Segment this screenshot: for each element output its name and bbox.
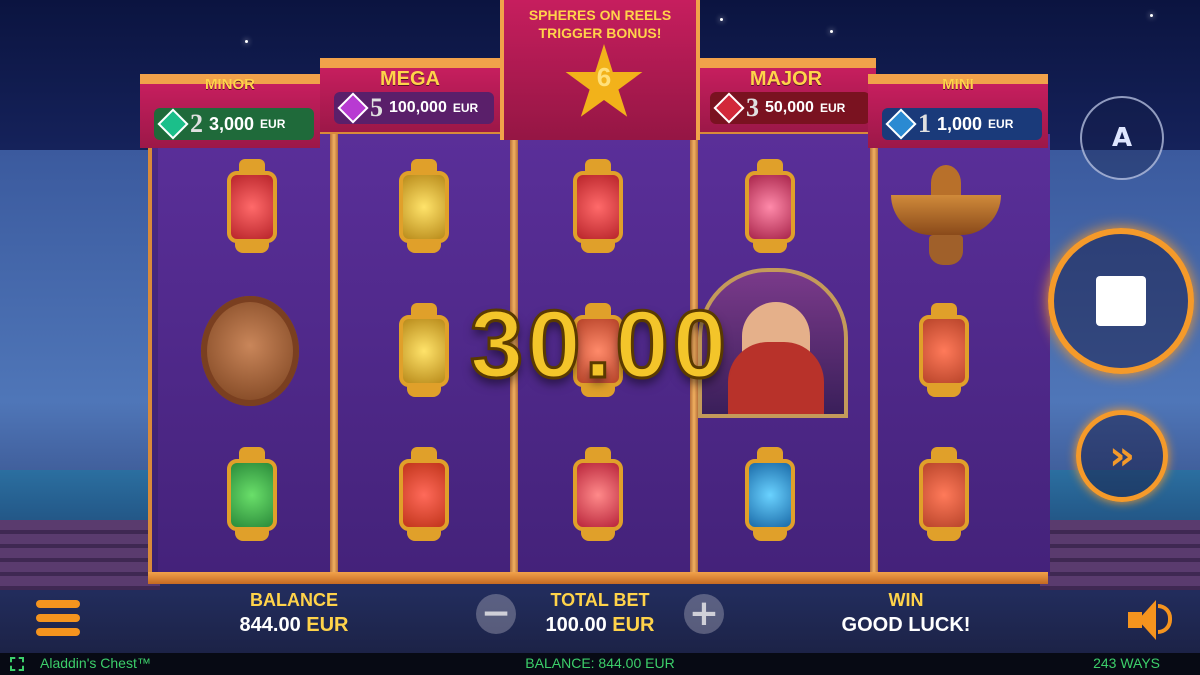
total-bet-value: 100.00 EUR [510,614,690,637]
bonus-line-2: TRIGGER BONUS! [538,25,662,41]
total-bet-label: TOTAL BET [550,590,650,610]
jackpot-label: MAJOR [749,68,823,90]
jackpot-currency: EUR [988,117,1014,131]
ways-count: 243 WAYS [1093,655,1160,671]
reels-base [148,572,1048,584]
jackpot-currency: EUR [260,117,286,131]
autoplay-icon: A [1111,123,1133,153]
fast-forward-icon: » [1109,433,1135,479]
bonus-line-1: SPHERES ON REELS [528,7,672,23]
magic-lamp-icon [866,140,1026,280]
jackpot-label: MINOR [205,76,255,93]
lantern-blue-icon [710,440,830,550]
jackpot-minor: MINOR 2 3,000 EUR [140,60,320,148]
menu-icon [36,600,80,608]
total-bet-currency: EUR [612,614,655,636]
gem-icon [337,92,369,124]
stop-spin-button[interactable] [1048,228,1194,374]
lantern-red-icon [192,152,312,262]
jackpot-count: 3 [746,93,759,122]
lantern-red-icon [710,152,830,262]
lantern-red-icon [884,296,1004,406]
increase-bet-button[interactable]: + [684,594,724,634]
balance-value: 844.00 EUR [204,614,384,637]
lion-head-icon [190,296,310,406]
star [830,30,833,33]
lantern-green-icon [192,440,312,550]
star [1150,14,1153,17]
win-label: WIN [888,590,924,610]
gem-icon [157,108,189,140]
autoplay-button[interactable]: A [1080,96,1164,180]
balance-label: BALANCE [250,590,338,610]
jackpot-count: 2 [190,109,203,138]
stop-icon [1096,276,1146,326]
win-amount-display: 30.00 [468,290,731,400]
bonus-banner: SPHERES ON REELS TRIGGER BONUS! 6 [500,0,700,140]
win-message: GOOD LUCK! [841,614,971,636]
jackpot-mini: MINI 1 1,000 EUR [868,60,1048,148]
jackpot-major: MAJOR 3 50,000 EUR [696,44,876,132]
jackpot-count: 5 [370,93,383,122]
star [245,40,248,43]
reel-divider [330,134,338,576]
jackpot-amount: 100,000 [389,99,447,116]
stairs-left [0,520,160,590]
gem-icon [713,92,745,124]
menu-button[interactable] [36,600,80,640]
balance-currency: EUR [306,614,349,636]
lantern-yellow-icon [364,152,484,262]
lantern-red-icon [884,440,1004,550]
jackpot-currency: EUR [452,101,479,115]
jackpot-amount: 1,000 [937,113,983,134]
jackpot-currency: EUR [819,101,846,115]
jackpot-count: 1 [918,109,931,138]
sound-button[interactable] [1128,598,1174,642]
balance-amount: 844.00 [239,614,301,636]
status-balance: BALANCE: 844.00 EUR [525,655,675,671]
gem-icon [885,108,917,140]
jackpot-mega: MEGA 5 100,000 EUR [320,44,500,132]
jackpot-amount: 3,000 [209,113,255,134]
turbo-button[interactable]: » [1076,410,1168,502]
total-bet-amount: 100.00 [545,614,607,636]
jackpot-label: MEGA [380,68,440,90]
stairs-right [1040,520,1200,590]
status-bar: Aladdin's Chest™ BALANCE: 844.00 EUR 243… [0,653,1200,675]
star [720,18,723,21]
bonus-count: 6 [596,62,612,92]
lantern-red-icon [364,440,484,550]
lantern-red-icon [538,440,658,550]
jackpot-amount: 50,000 [765,99,814,116]
lantern-red-icon [538,152,658,262]
jackpot-label: MINI [942,76,974,93]
